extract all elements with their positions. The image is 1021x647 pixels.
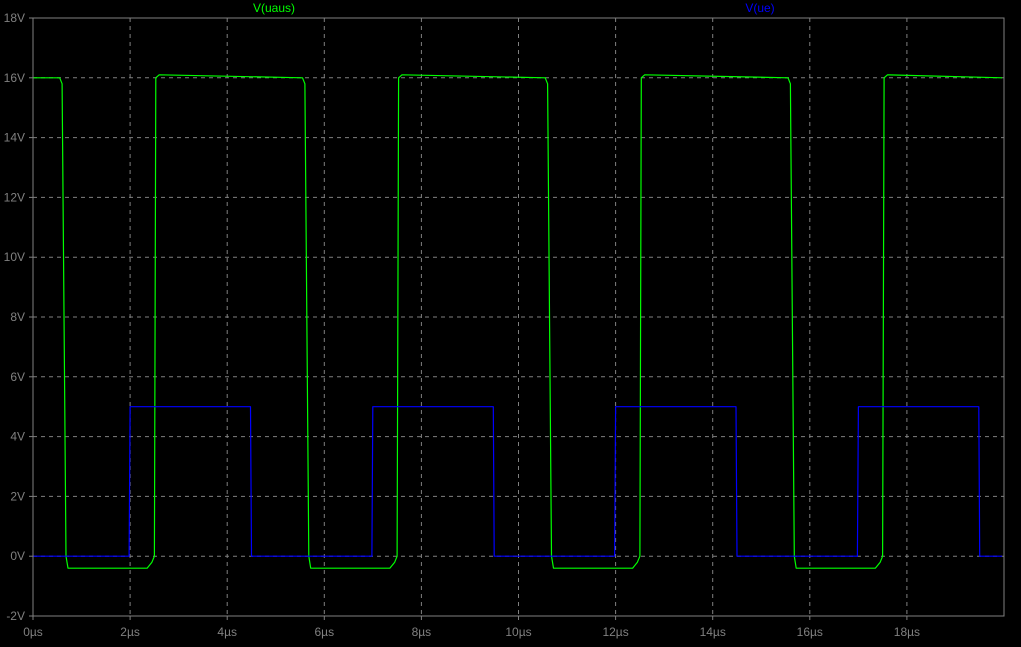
plot-canvas: 0µs 2µs 4µs 6µs 8µs 10µs 12µs 14µs 16µs 18µs -2V 0V… — [4, 1, 1005, 639]
y-tick-label: 8V — [10, 310, 25, 324]
series-line-v-ue- — [33, 406, 1003, 557]
y-tick-label: 18V — [4, 11, 25, 25]
legend: V(uaus) V(ue) — [253, 1, 775, 15]
y-tick-label: 0V — [10, 549, 25, 563]
x-tick-label: 4µs — [217, 625, 237, 639]
x-tick-label: 12µs — [602, 625, 628, 639]
x-tick-label: 18µs — [894, 625, 920, 639]
x-tick-label: 2µs — [120, 625, 140, 639]
x-tick-label: 14µs — [700, 625, 726, 639]
x-tick-label: 0µs — [23, 625, 43, 639]
y-tick-label: 16V — [4, 71, 25, 85]
series-layer — [33, 74, 1003, 569]
y-tick-label: 14V — [4, 131, 25, 145]
y-tick-label: 6V — [10, 370, 25, 384]
y-tick-label: 12V — [4, 190, 25, 204]
x-tick-label: 16µs — [797, 625, 823, 639]
grid-layer — [33, 18, 1004, 616]
series-line-v-uaus- — [33, 74, 1003, 569]
legend-label: V(uaus) — [253, 1, 295, 15]
y-tick-label: 2V — [10, 489, 25, 503]
y-tick-label: -2V — [6, 609, 25, 623]
legend-label: V(ue) — [745, 1, 774, 15]
waveform-plot: 0µs 2µs 4µs 6µs 8µs 10µs 12µs 14µs 16µs 18µs -2V 0V… — [0, 0, 1021, 642]
y-tick-label: 10V — [4, 250, 25, 264]
x-tick-label: 6µs — [315, 625, 335, 639]
x-tick-label: 10µs — [505, 625, 531, 639]
tick-layer: 0µs 2µs 4µs 6µs 8µs 10µs 12µs 14µs 16µs 18µs -2V 0V… — [4, 11, 920, 639]
x-tick-label: 8µs — [412, 625, 432, 639]
y-tick-label: 4V — [10, 430, 25, 444]
